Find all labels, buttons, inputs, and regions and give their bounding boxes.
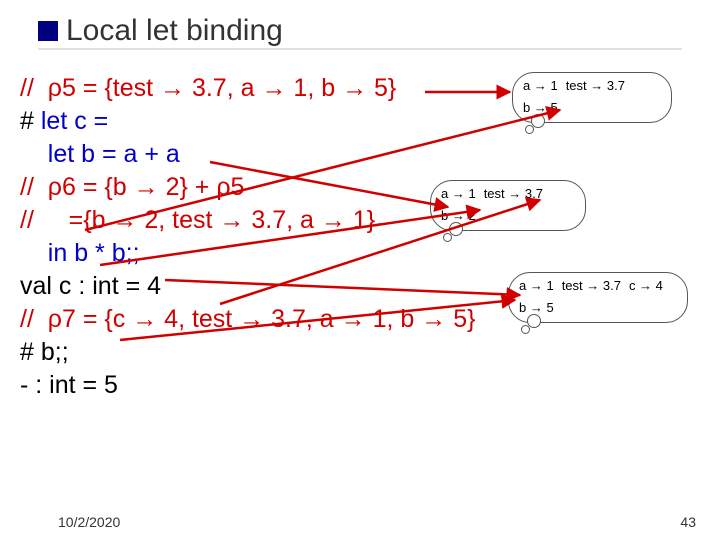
segment: 5}	[367, 74, 396, 102]
env-cloud-rho6: a → 1 test → 3.7 b → 2	[430, 180, 586, 231]
segment: 3.7, a	[264, 305, 340, 333]
segment: 1, b	[366, 305, 422, 333]
code-line-4: // ρ6 = {b → 2} + ρ5	[20, 171, 700, 204]
arrow: →	[160, 74, 185, 102]
code-line-10: - : int = 5	[20, 369, 700, 402]
arrow: →	[421, 305, 446, 333]
segment: 5}	[446, 305, 475, 333]
arrow: →	[261, 74, 286, 102]
arrow: →	[112, 206, 137, 234]
page-title: Local let binding	[66, 14, 283, 48]
code-line-9: # b;;	[20, 336, 700, 369]
title-bar: Local let binding	[38, 12, 682, 50]
segment: = {c	[76, 305, 132, 333]
cloud-item: a → 1	[519, 279, 554, 293]
comment-slash: //	[20, 173, 48, 201]
let-b: let b = a + a	[48, 140, 180, 168]
segment: // ={b	[20, 206, 112, 234]
code-line-3: let b = a + a	[20, 138, 700, 171]
arrow: →	[219, 206, 244, 234]
cloud-item: b → 5	[523, 101, 558, 115]
arrow: →	[239, 305, 264, 333]
code-line-6: in b * b;;	[20, 237, 700, 270]
comment-slash: //	[20, 74, 48, 102]
segment: 3.7, a	[185, 74, 261, 102]
segment: 2} +	[159, 173, 217, 201]
cloud-item: test → 3.7	[566, 79, 625, 93]
indent	[20, 140, 48, 168]
cloud-item: test → 3.7	[484, 187, 543, 201]
segment: = {b	[76, 173, 134, 201]
arrow: →	[134, 173, 159, 201]
cloud-item: b → 5	[519, 301, 554, 315]
cloud-item: a → 1	[523, 79, 558, 93]
prompt: #	[20, 107, 41, 135]
in-expr: in b * b;;	[48, 239, 140, 267]
segment: 2, test	[137, 206, 219, 234]
rho5: ρ5	[216, 173, 244, 201]
segment: = {test	[76, 74, 160, 102]
code-line-5: // ={b → 2, test → 3.7, a → 1}	[20, 204, 700, 237]
rho7: ρ7	[48, 305, 76, 333]
footer-date: 10/2/2020	[58, 514, 120, 530]
cloud-item: c → 4	[629, 279, 663, 293]
result-c: val c : int = 4	[20, 272, 161, 300]
cloud-item: test → 3.7	[562, 279, 621, 293]
rho6: ρ6	[48, 173, 76, 201]
env-cloud-rho7: a → 1 test → 3.7 c → 4 b → 5	[508, 272, 688, 323]
arrow: →	[321, 206, 346, 234]
arrow: →	[341, 305, 366, 333]
segment: 1, b	[286, 74, 342, 102]
let-c: let c =	[41, 107, 108, 135]
env-cloud-rho5: a → 1 test → 3.7 b → 5	[512, 72, 672, 123]
arrow: →	[132, 305, 157, 333]
cloud-item: a → 1	[441, 187, 476, 201]
result-b: - : int = 5	[20, 371, 118, 399]
comment-slash: //	[20, 305, 48, 333]
footer-page: 43	[680, 514, 696, 530]
arrow: →	[342, 74, 367, 102]
cloud-item: b → 2	[441, 209, 476, 223]
segment: 3.7, a	[244, 206, 320, 234]
prompt-b: # b;;	[20, 338, 69, 366]
indent	[20, 239, 48, 267]
title-underline	[38, 48, 682, 50]
segment: 4, test	[157, 305, 239, 333]
segment: 1}	[346, 206, 375, 234]
title-bullet	[38, 21, 58, 41]
rho5: ρ5	[48, 74, 76, 102]
